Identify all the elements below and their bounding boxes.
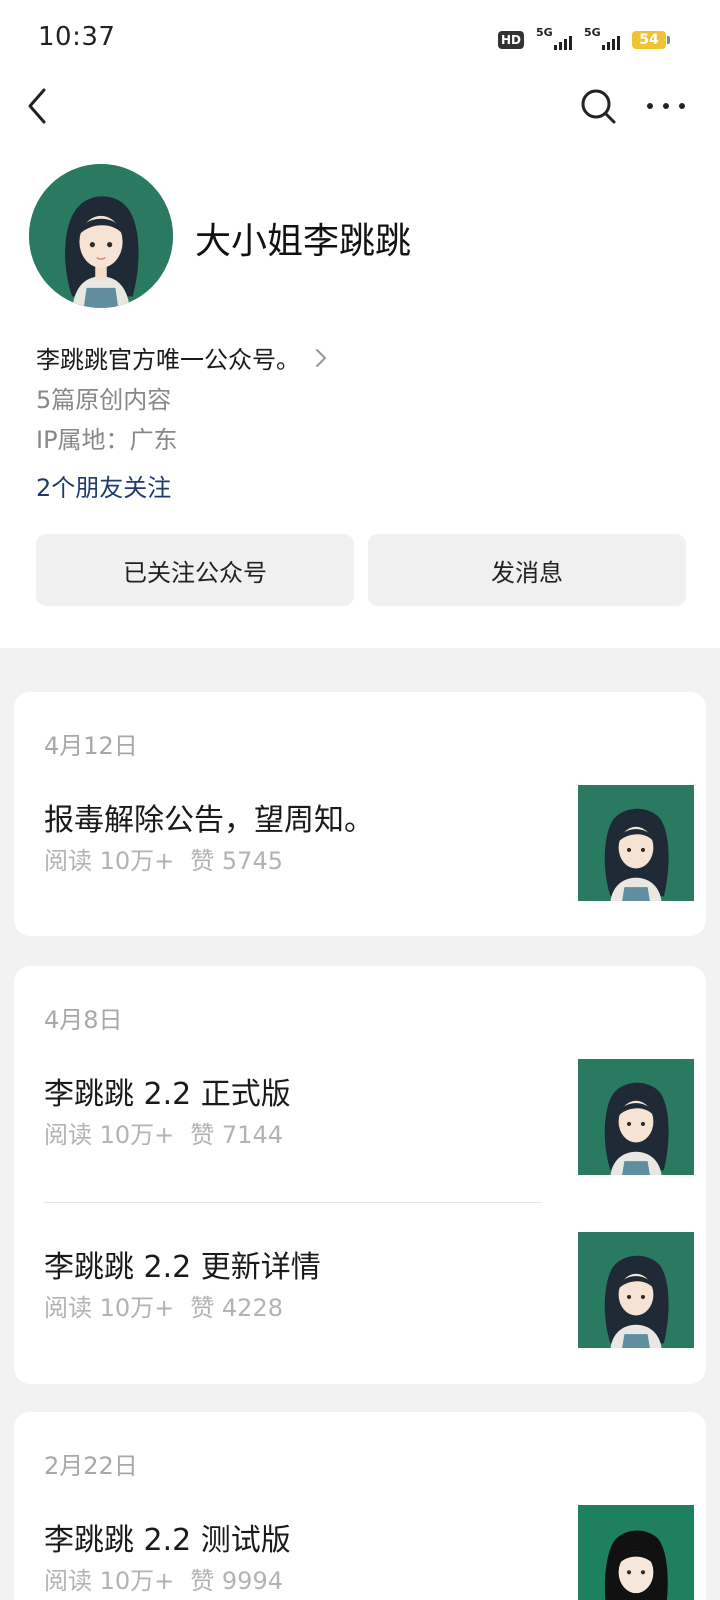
article-item[interactable]: 报毒解除公告，望周知。 阅读 10万+ 赞 5745: [44, 785, 694, 901]
friends-following-link[interactable]: 2个朋友关注: [36, 468, 171, 503]
article-thumbnail: [578, 785, 694, 901]
signal-sim1-icon: 5G: [536, 26, 572, 52]
status-icons: HD 5G 5G 54: [497, 26, 670, 52]
article-thumbnail: [578, 1505, 694, 1600]
article-item[interactable]: 李跳跳 2.2 测试版 阅读 10万+ 赞 9994: [44, 1505, 694, 1600]
account-name: 大小姐李跳跳: [195, 221, 412, 262]
search-icon: [581, 89, 616, 124]
read-count: 阅读 10万+: [44, 1121, 175, 1149]
article-thumbnail: [578, 1059, 694, 1175]
article-stats: 阅读 10万+ 赞 5745: [44, 841, 283, 876]
like-count: 赞 4228: [190, 1294, 283, 1322]
hd-icon: HD: [497, 31, 524, 49]
read-count: 阅读 10万+: [44, 1567, 175, 1595]
battery-icon: 54: [632, 31, 670, 49]
status-bar: 10:37 HD 5G 5G 54: [0, 0, 720, 80]
search-button[interactable]: [578, 84, 620, 128]
article-stats: 阅读 10万+ 赞 7144: [44, 1115, 283, 1150]
back-button[interactable]: [20, 84, 60, 128]
read-count: 阅读 10万+: [44, 847, 175, 875]
like-count: 赞 9994: [190, 1567, 283, 1595]
network-type-label: 5G: [536, 26, 553, 39]
article-title: 李跳跳 2.2 正式版: [44, 1077, 291, 1112]
article-title: 李跳跳 2.2 测试版: [44, 1523, 291, 1558]
more-horizontal-icon: [647, 103, 685, 109]
article-title: 报毒解除公告，望周知。: [44, 803, 374, 838]
send-message-button[interactable]: 发消息: [368, 534, 686, 606]
like-count: 赞 5745: [190, 847, 283, 875]
article-title: 李跳跳 2.2 更新详情: [44, 1250, 321, 1285]
feed-date: 4月8日: [44, 1006, 123, 1034]
chevron-left-icon: [28, 88, 46, 124]
network-type-label: 5G: [584, 26, 601, 39]
article-divider: [44, 1202, 542, 1203]
chevron-right-icon: [316, 348, 326, 367]
avatar-girl-illustration: [29, 164, 173, 308]
article-thumbnail: [578, 1232, 694, 1348]
feed-card: 4月12日 报毒解除公告，望周知。 阅读 10万+ 赞 5745: [14, 692, 706, 936]
ip-location: IP属地：广东: [36, 426, 178, 454]
feed-date: 2月22日: [44, 1452, 138, 1480]
account-intro[interactable]: 李跳跳官方唯一公众号。: [36, 340, 328, 375]
article-item[interactable]: 李跳跳 2.2 正式版 阅读 10万+ 赞 7144: [44, 1059, 694, 1175]
article-stats: 阅读 10万+ 赞 4228: [44, 1288, 283, 1323]
avatar[interactable]: [29, 164, 173, 308]
feed-card: 2月22日 李跳跳 2.2 测试版 阅读 10万+ 赞 9994: [14, 1412, 706, 1600]
read-count: 阅读 10万+: [44, 1294, 175, 1322]
article-item[interactable]: 李跳跳 2.2 更新详情 阅读 10万+ 赞 4228: [44, 1232, 694, 1348]
followed-button[interactable]: 已关注公众号: [36, 534, 354, 606]
status-time: 10:37: [38, 22, 116, 52]
feed-date: 4月12日: [44, 732, 138, 760]
intro-text: 李跳跳官方唯一公众号。: [36, 346, 300, 374]
original-count: 5篇原创内容: [36, 386, 172, 414]
article-stats: 阅读 10万+ 赞 9994: [44, 1561, 283, 1596]
more-button[interactable]: [644, 88, 688, 124]
like-count: 赞 7144: [190, 1121, 283, 1149]
feed-card: 4月8日 李跳跳 2.2 正式版 阅读 10万+ 赞 7144 李跳跳 2.2 更…: [14, 966, 706, 1384]
signal-sim2-icon: 5G: [584, 26, 620, 52]
